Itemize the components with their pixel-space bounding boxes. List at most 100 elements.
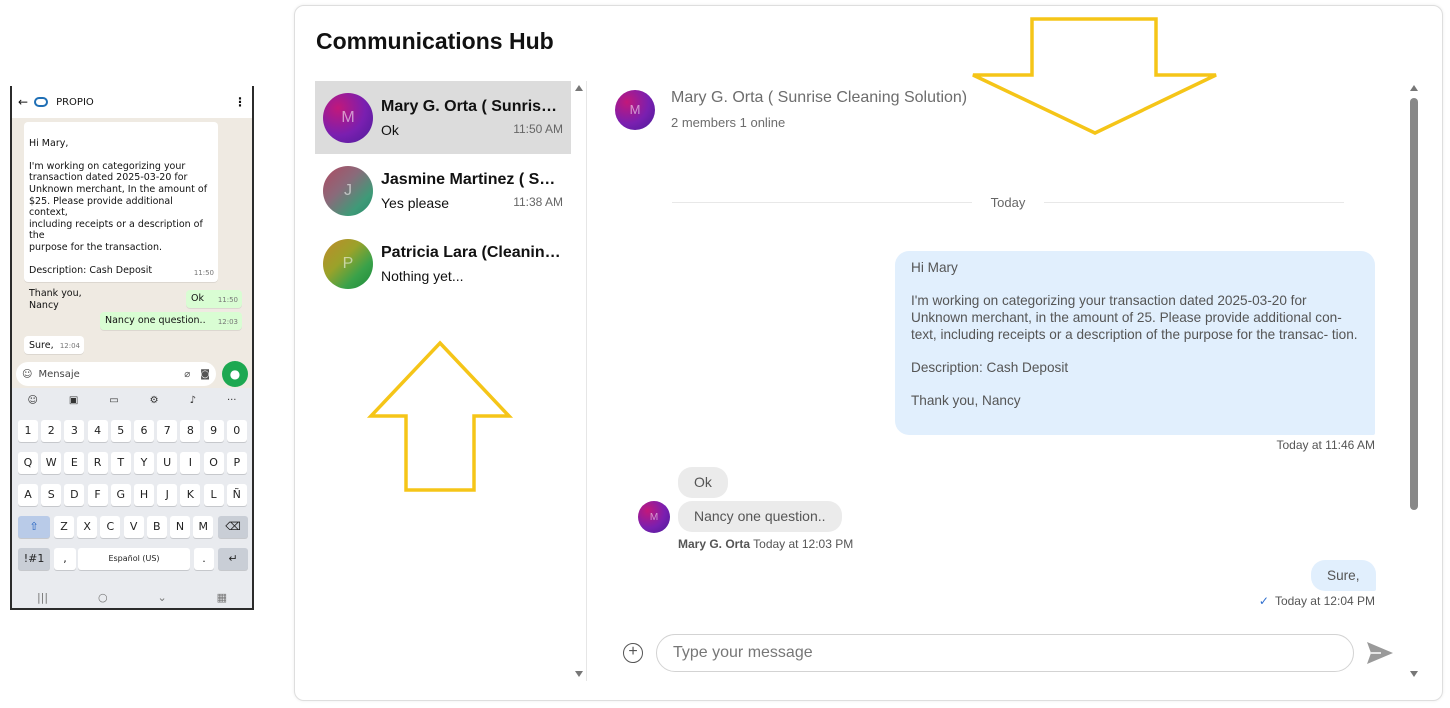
phone-message-out: Ok 11:50 [186, 290, 242, 308]
avatar: P [323, 238, 373, 289]
keyboard-key[interactable]: 0 [226, 420, 247, 442]
conversation-item[interactable]: M Mary G. Orta ( Sunrise Cleaning Soluti… [315, 81, 571, 154]
keyboard-key[interactable]: M [193, 516, 214, 538]
keyboard-key[interactable]: N [170, 516, 190, 538]
keyboard-key[interactable]: 8 [180, 420, 201, 442]
scroll-up-icon[interactable] [575, 85, 583, 91]
keyboard-key[interactable]: Z [54, 516, 74, 538]
phone-message-time: 11:50 [193, 269, 214, 278]
incoming-message-meta: Mary G. Orta Today at 12:03 PM [678, 537, 853, 551]
phone-header: ← PROPIO ⋮ [12, 86, 252, 118]
more-options-icon[interactable]: ⋮ [234, 95, 246, 109]
keyboard-key[interactable]: 9 [203, 420, 224, 442]
keyboard-key[interactable]: D [64, 484, 85, 506]
mic-icon[interactable]: ♪ [190, 395, 196, 406]
keyboard-key[interactable]: S [41, 484, 62, 506]
enter-key[interactable]: ↵ [218, 548, 248, 570]
message-input[interactable] [656, 634, 1354, 672]
scroll-down-icon[interactable] [1410, 671, 1418, 677]
settings-icon[interactable]: ⚙ [150, 395, 159, 406]
conversation-list-scrollbar[interactable] [572, 85, 586, 677]
scroll-up-icon[interactable] [1410, 85, 1418, 91]
message-status: ✓ Today at 12:04 PM [1259, 594, 1375, 608]
message-timestamp: Today at 12:03 PM [753, 537, 854, 551]
camera-icon[interactable]: ◙ [200, 369, 210, 380]
phone-compose-placeholder: Mensaje [38, 368, 80, 380]
keyboard-key[interactable]: W [41, 452, 62, 474]
back-icon[interactable]: ⌄ [158, 591, 167, 604]
keyboard-icon[interactable]: ▦ [217, 591, 227, 604]
phone-compose-field[interactable]: ☺ Mensaje ⌀ ◙ [16, 362, 216, 386]
chat-scrollbar[interactable] [1407, 85, 1421, 677]
keyboard-key[interactable]: E [64, 452, 85, 474]
keyboard-key[interactable]: A [18, 484, 38, 506]
sticker-icon[interactable]: ▣ [69, 395, 78, 406]
conversation-item[interactable]: J Jasmine Martinez ( Sunrise Cleaning So… [315, 154, 571, 227]
plus-circle-icon[interactable]: + [623, 643, 643, 663]
phone-nav-bar: ||| ○ ⌄ ▦ [12, 584, 252, 608]
emoji-icon[interactable]: ☺ [27, 395, 37, 406]
keyboard-key[interactable]: K [180, 484, 201, 506]
chat-header: M Mary G. Orta ( Sunrise Cleaning Soluti… [615, 89, 967, 130]
comma-key[interactable]: , [54, 548, 76, 570]
keyboard-key[interactable]: U [157, 452, 178, 474]
scroll-down-icon[interactable] [575, 671, 583, 677]
keyboard-key[interactable]: Y [134, 452, 154, 474]
keyboard-key[interactable]: 2 [41, 420, 62, 442]
keyboard-key[interactable]: F [87, 484, 108, 506]
recent-apps-icon[interactable]: ||| [37, 591, 48, 604]
keyboard-key[interactable]: 5 [110, 420, 131, 442]
keyboard-key[interactable]: 4 [87, 420, 108, 442]
phone-message-text: Hi Mary, I'm working on categorizing you… [29, 137, 208, 311]
keyboard-key[interactable]: C [100, 516, 121, 538]
propio-logo-icon [34, 97, 49, 107]
keyboard-key[interactable]: 1 [18, 420, 38, 442]
more-icon[interactable]: ··· [227, 395, 237, 406]
avatar: M [615, 89, 655, 130]
mic-icon[interactable]: ● [222, 361, 248, 387]
keyboard-key[interactable]: P [226, 452, 247, 474]
symbols-key[interactable]: !#1 [18, 548, 50, 570]
keyboard-key[interactable]: 7 [157, 420, 178, 442]
keyboard-key[interactable]: 3 [64, 420, 85, 442]
back-arrow-icon[interactable]: ← [18, 95, 28, 109]
keyboard-key[interactable]: X [77, 516, 98, 538]
backspace-key[interactable]: ⌫ [218, 516, 248, 538]
conversation-preview: Ok [381, 121, 399, 138]
phone-message-in: Sure, 12:04 [24, 336, 84, 354]
keyboard-key[interactable]: Q [18, 452, 38, 474]
gif-icon[interactable]: ▭ [109, 395, 118, 406]
conversation-time: 11:38 AM [513, 194, 563, 209]
keyboard-key[interactable]: G [110, 484, 131, 506]
attach-icon[interactable]: ⌀ [184, 369, 190, 380]
home-icon[interactable]: ○ [98, 591, 108, 604]
keyboard-key[interactable]: Ñ [226, 484, 247, 506]
keyboard-key[interactable]: L [203, 484, 224, 506]
keyboard-key[interactable]: 6 [134, 420, 154, 442]
conversation-preview: Nothing yet... [381, 267, 464, 284]
phone-message-text: Nancy one question.. [105, 315, 206, 326]
message-description: Description: Cash Deposit [911, 360, 1069, 375]
scrollbar-thumb[interactable] [1410, 98, 1418, 510]
keyboard-key[interactable]: I [180, 452, 201, 474]
conversation-name: Patricia Lara (Cleaning Solution) [381, 243, 563, 261]
period-key[interactable]: . [194, 548, 214, 570]
keyboard-key[interactable]: B [146, 516, 167, 538]
space-key[interactable]: Español (US) [78, 548, 190, 570]
keyboard-key[interactable]: O [203, 452, 224, 474]
keyboard-key[interactable]: R [87, 452, 108, 474]
keyboard-key[interactable]: J [157, 484, 178, 506]
chat-title: Mary G. Orta ( Sunrise Cleaning Solution… [671, 89, 968, 106]
keyboard-key[interactable]: H [134, 484, 154, 506]
phone-chat: Hi Mary, I'm working on categorizing you… [12, 118, 252, 362]
keyboard-key[interactable]: T [110, 452, 131, 474]
emoji-icon[interactable]: ☺ [22, 369, 32, 380]
send-icon[interactable] [1365, 640, 1395, 666]
compose-bar: + [623, 634, 1393, 672]
message-body: I'm working on categorizing your transac… [911, 293, 1358, 342]
keyboard-key[interactable]: V [123, 516, 144, 538]
outgoing-message: Hi Mary I'm working on categorizing your… [895, 251, 1375, 435]
shift-key[interactable]: ⇧ [18, 516, 50, 538]
panel-divider [586, 81, 587, 681]
conversation-item[interactable]: P Patricia Lara (Cleaning Solution) Noth… [315, 227, 571, 300]
